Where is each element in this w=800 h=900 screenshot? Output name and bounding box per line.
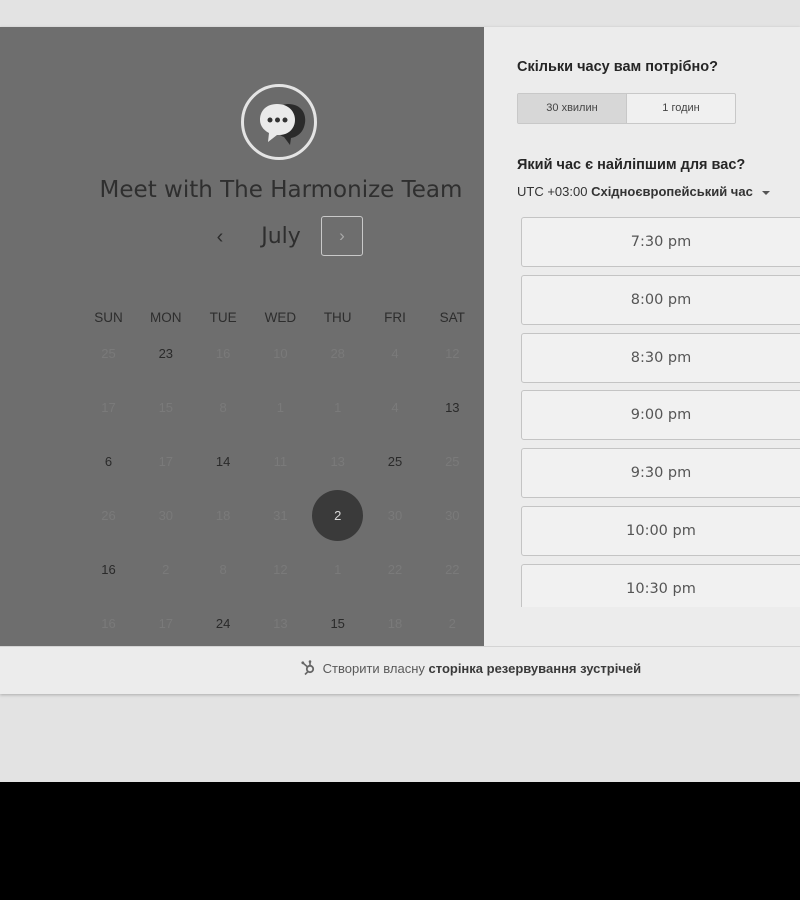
calendar-day: 17 [158, 616, 174, 631]
weekday-label: MON [150, 310, 182, 325]
calendar-day[interactable]: 14 [195, 435, 252, 489]
time-slot-label: 7:30 pm [630, 234, 692, 250]
weekday-label: FRI [384, 310, 406, 325]
calendar-day: 22 [387, 562, 403, 577]
calendar-day: 16 [101, 616, 116, 631]
calendar-day[interactable]: 23 [137, 327, 194, 381]
time-slot-button[interactable]: 8:00 pm [521, 274, 800, 325]
calendar-day[interactable]: 13 [424, 381, 481, 435]
month-label: July [261, 224, 301, 249]
calendar-day-selected[interactable]: 2 [309, 489, 366, 543]
meeting-title: Meet with The Harmonize Team [99, 177, 463, 203]
time-slot-label: 9:00 pm [630, 407, 692, 424]
month-navigation: ‹ July › [0, 216, 562, 258]
calendar-day[interactable]: 25 [367, 435, 424, 489]
calendar-day: 1 [276, 400, 284, 415]
calendar-day[interactable]: 15 [309, 597, 366, 651]
calendar-day: 18 [387, 616, 403, 631]
duration-question: Скільки часу вам потрібно? [517, 59, 718, 75]
calendar-day: 15 [158, 400, 174, 415]
calendar-day-number: 2 [334, 508, 342, 523]
weekday-label: SUN [94, 310, 123, 325]
calendar-day: 1 [334, 400, 342, 415]
footer: Створити власну сторінка резервування зу… [0, 646, 800, 694]
calendar-day: 10 [273, 346, 288, 361]
time-slot-button[interactable]: 8:30 pm [521, 332, 800, 383]
calendar-day[interactable]: 24 [195, 597, 252, 651]
calendar-day[interactable]: 6 [80, 435, 137, 489]
calendar-day: 11 [273, 454, 288, 469]
time-slot-label: 8:00 pm [630, 291, 692, 308]
time-slot-button[interactable]: 9:30 pm [521, 448, 800, 499]
timezone-selector[interactable]: UTC +03:00 Східноєвропейський час [517, 184, 771, 199]
duration-option-30min[interactable]: 30 хвилин [518, 94, 627, 123]
time-slot-label: 10:30 pm [626, 580, 696, 597]
calendar-day: 28 [330, 346, 345, 361]
weekday-header: SUN MON TUE WED THU FRI SAT [80, 310, 481, 328]
time-slot-label: 10:00 pm [626, 523, 696, 539]
chat-logo-icon [241, 84, 317, 160]
time-slot-label: 8:30 pm [630, 349, 692, 366]
calendar-day: 2 [162, 562, 170, 577]
calendar-day: 12 [273, 562, 288, 577]
booking-card: Meet with The Harmonize Team ‹ July › SU… [0, 27, 800, 694]
calendar-day: 25 [445, 454, 460, 469]
time-slot-button[interactable]: 9:00 pm [521, 390, 800, 441]
timezone-offset: UTC +03:00 [517, 184, 588, 199]
calendar-panel: Meet with The Harmonize Team ‹ July › SU… [0, 27, 484, 646]
next-month-button[interactable]: › [321, 216, 363, 256]
time-slot-list[interactable]: 7:30 pm 8:00 pm 8:30 pm 9:00 pm 9:30 pm 10:00… [521, 217, 800, 607]
calendar-day: 1 [334, 562, 342, 577]
best-time-question: Який час є найліпшим для вас? [517, 157, 746, 173]
time-slot-button[interactable]: 10:00 pm [521, 506, 800, 556]
create-booking-page-link[interactable]: Створити власну сторінка резервування зу… [300, 660, 641, 676]
time-slot-button[interactable]: 7:30 pm [521, 217, 800, 267]
timezone-name: Східноєвропейський час [591, 184, 753, 199]
time-slot-label: 9:30 pm [630, 465, 692, 482]
calendar-day: 8 [219, 562, 227, 577]
dropdown-caret-icon [762, 190, 771, 195]
weekday-label: THU [323, 310, 352, 325]
calendar-day: 13 [273, 616, 288, 631]
calendar-day: 18 [215, 508, 231, 523]
time-selection-panel: Скільки часу вам потрібно? 30 хвилин 1 г… [484, 27, 800, 646]
calendar-day: 12 [445, 346, 460, 361]
footer-text-prefix: Створити власну [322, 661, 425, 676]
calendar-day: 30 [387, 508, 403, 523]
calendar-day: 8 [219, 400, 227, 415]
weekday-label: TUE [209, 310, 237, 325]
calendar-day[interactable]: 16 [80, 543, 137, 597]
calendar-day: 13 [330, 454, 345, 469]
prev-month-button[interactable]: ‹ [208, 222, 232, 252]
calendar-day: 25 [101, 346, 116, 361]
calendar-day: 16 [215, 346, 231, 361]
calendar-day: 2 [448, 616, 456, 631]
calendar-day: 17 [101, 400, 116, 415]
weekday-label: SAT [439, 310, 465, 325]
calendar-day: 30 [158, 508, 174, 523]
footer-text-bold: сторінка резервування зустрічей [428, 661, 642, 676]
calendar-day: 4 [391, 346, 399, 361]
calendar-day: 26 [101, 508, 116, 523]
time-slot-button[interactable]: 10:30 pm [521, 563, 800, 607]
calendar-day: 31 [273, 508, 288, 523]
calendar-day: 30 [445, 508, 460, 523]
weekday-label: WED [264, 310, 297, 325]
hubspot-sprocket-icon [301, 660, 315, 676]
calendar-day: 17 [158, 454, 174, 469]
duration-option-1hour[interactable]: 1 годин [627, 94, 735, 123]
calendar-day: 22 [445, 562, 460, 577]
duration-toggle: 30 хвилин 1 годин [517, 93, 736, 124]
calendar-day: 4 [391, 400, 399, 415]
